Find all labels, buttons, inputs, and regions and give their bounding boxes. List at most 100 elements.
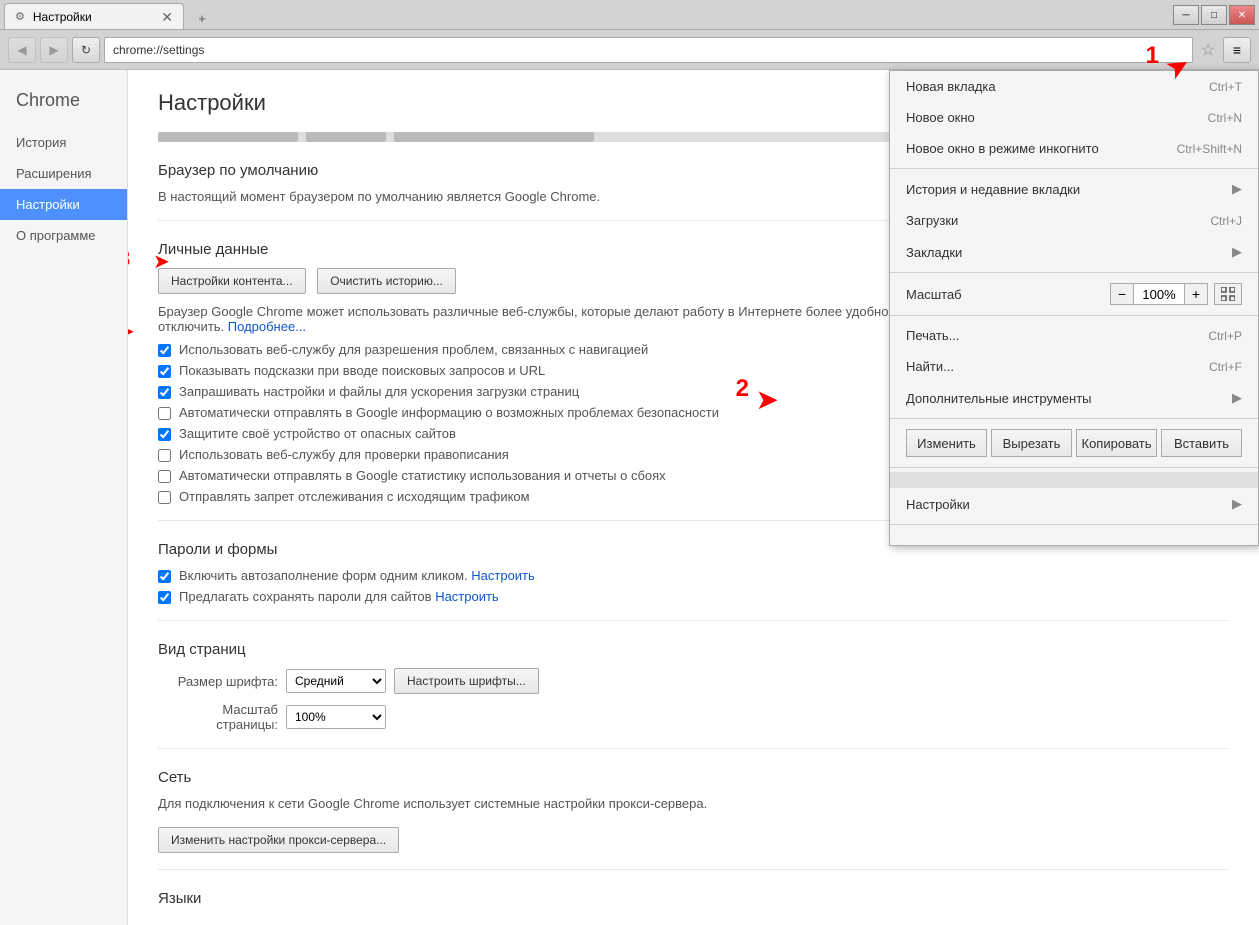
menu-separator-1 <box>890 168 1258 169</box>
arrow-4-icon: ➤ <box>128 319 135 344</box>
checkbox-4[interactable] <box>158 428 171 441</box>
network-text: Для подключения к сети Google Chrome исп… <box>158 796 1229 811</box>
menu-item-help-label: Настройки <box>906 497 970 512</box>
checkbox-3[interactable] <box>158 407 171 420</box>
bookmark-star-icon[interactable]: ☆ <box>1197 39 1219 61</box>
font-size-select[interactable]: Средний <box>286 669 386 693</box>
zoom-plus-button[interactable]: + <box>1184 283 1208 305</box>
chrome-menu-button[interactable]: ≡ <box>1223 37 1251 63</box>
menu-item-print-shortcut: Ctrl+P <box>1208 329 1242 343</box>
menu-item-exit[interactable] <box>890 529 1258 545</box>
languages-section: Языки <box>158 890 1229 907</box>
sidebar-item-about[interactable]: О программе <box>0 220 127 251</box>
edit-button-paste[interactable]: Вставить <box>1161 429 1242 457</box>
edit-buttons-row: Изменить Вырезать Копировать Вставить <box>890 423 1258 463</box>
tab-close-button[interactable]: ✕ <box>161 10 173 24</box>
help-submenu-arrow: ▶ <box>1232 496 1242 512</box>
save-passwords-checkbox[interactable] <box>158 591 171 604</box>
menu-item-new-tab[interactable]: Новая вкладка Ctrl+T <box>890 71 1258 102</box>
menu-item-print[interactable]: Печать... Ctrl+P <box>890 320 1258 351</box>
clear-history-button[interactable]: Очистить историю... <box>317 268 456 294</box>
menu-item-new-window-label: Новое окно <box>906 110 975 125</box>
menu-item-bookmarks[interactable]: Закладки ▶ <box>890 236 1258 268</box>
zoom-select[interactable]: 100% <box>286 705 386 729</box>
zoom-label: Масштаб <box>906 287 1110 302</box>
close-button[interactable]: ✕ <box>1229 5 1255 25</box>
new-tab-button[interactable]: + <box>188 7 216 29</box>
active-tab[interactable]: ⚙ Настройки ✕ <box>4 3 184 29</box>
back-button[interactable]: ◀ <box>8 37 36 63</box>
menu-item-incognito[interactable]: Новое окно в режиме инкогнито Ctrl+Shift… <box>890 133 1258 164</box>
zoom-label-settings: Масштаб страницы: <box>158 702 278 732</box>
configure-fonts-button[interactable]: Настроить шрифты... <box>394 668 539 694</box>
annotation-3: 3 <box>128 246 130 272</box>
checkbox-label-7: Отправлять запрет отслеживания с исходящ… <box>179 489 530 504</box>
autofill-settings-link[interactable]: Настроить <box>471 568 535 583</box>
arrow-3-icon: ➤ <box>153 249 170 274</box>
more-info-link[interactable]: Подробнее... <box>228 319 306 334</box>
minimize-button[interactable]: ─ <box>1173 5 1199 25</box>
bookmarks-submenu-arrow: ▶ <box>1232 244 1242 260</box>
checkbox-5[interactable] <box>158 449 171 462</box>
menu-separator-2 <box>890 272 1258 273</box>
tab-title: Настройки <box>33 10 92 24</box>
zoom-value-display: 100% <box>1134 283 1184 305</box>
menu-item-settings[interactable] <box>890 472 1258 488</box>
menu-item-incognito-shortcut: Ctrl+Shift+N <box>1177 142 1242 156</box>
menu-item-tools[interactable]: Дополнительные инструменты ▶ <box>890 382 1258 414</box>
zoom-control-row: Масштаб − 100% + <box>890 277 1258 311</box>
checkbox-7[interactable] <box>158 491 171 504</box>
sidebar-item-history[interactable]: История <box>0 127 127 158</box>
menu-separator-3 <box>890 315 1258 316</box>
sidebar-item-extensions[interactable]: Расширения <box>0 158 127 189</box>
page-view-section: Вид страниц Размер шрифта: Средний Настр… <box>158 641 1229 732</box>
save-passwords-label: Предлагать сохранять пароли для сайтов Н… <box>179 589 499 604</box>
edit-button-change[interactable]: Изменить <box>906 429 987 457</box>
checkbox-1[interactable] <box>158 365 171 378</box>
checkbox-2[interactable] <box>158 386 171 399</box>
autofill-checkbox-row: Включить автозаполнение форм одним клико… <box>158 568 1229 583</box>
font-size-row: Размер шрифта: Средний Настроить шрифты.… <box>158 668 1229 694</box>
languages-title: Языки <box>158 890 1229 907</box>
browser-window: ⚙ Настройки ✕ + ─ □ ✕ ◀ ▶ ↻ chrome://set… <box>0 0 1259 925</box>
checkbox-6[interactable] <box>158 470 171 483</box>
menu-item-tools-label: Дополнительные инструменты <box>906 391 1092 406</box>
edit-button-cut[interactable]: Вырезать <box>991 429 1072 457</box>
network-section: Сеть Для подключения к сети Google Chrom… <box>158 769 1229 853</box>
menu-separator-6 <box>890 524 1258 525</box>
address-bar[interactable]: chrome://settings <box>104 37 1193 63</box>
passwords-section: Пароли и формы Включить автозаполнение ф… <box>158 541 1229 604</box>
menu-item-help[interactable]: Настройки ▶ <box>890 488 1258 520</box>
forward-button[interactable]: ▶ <box>40 37 68 63</box>
menu-item-downloads[interactable]: Загрузки Ctrl+J <box>890 205 1258 236</box>
checkbox-label-1: Показывать подсказки при вводе поисковых… <box>179 363 545 378</box>
menu-item-history[interactable]: История и недавние вкладки ▶ <box>890 173 1258 205</box>
sidebar-brand: Chrome <box>0 80 127 127</box>
menu-item-new-window-shortcut: Ctrl+N <box>1208 111 1242 125</box>
edit-button-copy[interactable]: Копировать <box>1076 429 1157 457</box>
sidebar: Chrome История Расширения Настройки О пр… <box>0 70 128 925</box>
menu-item-new-window[interactable]: Новое окно Ctrl+N <box>890 102 1258 133</box>
tab-favicon: ⚙ <box>15 10 25 23</box>
content-settings-button[interactable]: Настройки контента... <box>158 268 306 294</box>
sidebar-item-settings[interactable]: Настройки <box>0 189 127 220</box>
font-size-label: Размер шрифта: <box>158 674 278 689</box>
save-passwords-link[interactable]: Настроить <box>435 589 499 604</box>
page-view-title: Вид страниц <box>158 641 1229 658</box>
history-submenu-arrow: ▶ <box>1232 181 1242 197</box>
divider-3 <box>158 620 1229 621</box>
checkbox-0[interactable] <box>158 344 171 357</box>
zoom-minus-button[interactable]: − <box>1110 283 1134 305</box>
scroll-bar-3 <box>394 132 594 142</box>
proxy-settings-button[interactable]: Изменить настройки прокси-сервера... <box>158 827 399 853</box>
save-passwords-checkbox-row: Предлагать сохранять пароли для сайтов Н… <box>158 589 1229 604</box>
autofill-checkbox[interactable] <box>158 570 171 583</box>
zoom-fullscreen-button[interactable] <box>1214 283 1242 305</box>
reload-button[interactable]: ↻ <box>72 37 100 63</box>
divider-4 <box>158 748 1229 749</box>
tools-submenu-arrow: ▶ <box>1232 390 1242 406</box>
scroll-bar-1 <box>158 132 298 142</box>
maximize-button[interactable]: □ <box>1201 5 1227 25</box>
url-text: chrome://settings <box>113 43 204 57</box>
menu-item-find[interactable]: Найти... Ctrl+F <box>890 351 1258 382</box>
